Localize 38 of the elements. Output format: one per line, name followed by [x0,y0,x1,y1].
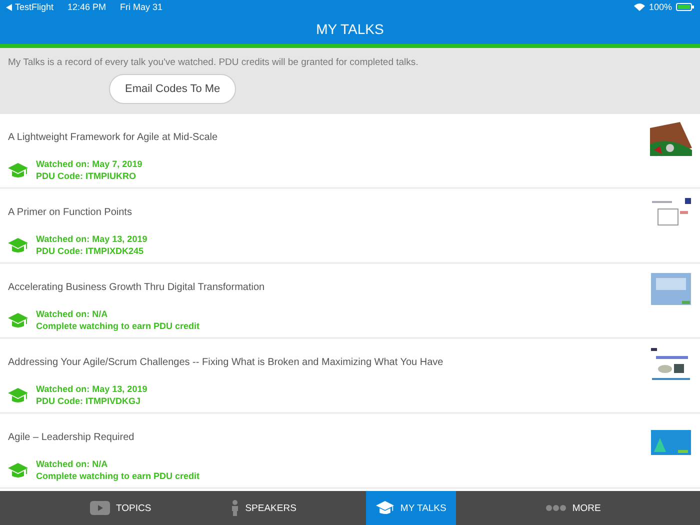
graduation-cap-icon [8,312,28,328]
tab[interactable]: MORE [536,491,611,525]
pdu-info: PDU Code: ITMPIXDK245 [36,246,145,256]
graduation-cap-icon [8,462,28,478]
tab[interactable]: SPEAKERS [221,491,306,525]
status-date: Fri May 31 [120,2,163,12]
pdu-info: Complete watching to earn PDU credit [36,321,200,331]
graduation-cap-icon [8,162,28,178]
watched-date: Watched on: May 13, 2019 [36,234,148,244]
tab[interactable]: MY TALKS [366,491,456,525]
graduation-cap-icon [8,388,28,402]
graduation-cap-icon [376,501,394,515]
talk-title[interactable]: Addressing Your Agile/Scrum Challenges -- Fixing What is Broken and Maximizing What You Have [8,357,650,368]
battery-percent: 100% [648,2,672,12]
back-arrow-icon[interactable] [6,4,12,10]
talk-title[interactable]: A Primer on Function Points [8,207,650,218]
pdu-info: Complete watching to earn PDU credit [36,471,200,481]
talk-title[interactable]: Agile – Leadership Required [8,432,650,443]
tab[interactable]: TOPICS [80,491,162,525]
watched-date: Watched on: May 13, 2019 [36,384,148,394]
status-time: 12:46 PM [68,2,106,12]
more-icon [546,505,566,511]
battery-icon [676,3,694,11]
intro-text: My Talks is a record of every talk you've watched. PDU credits will be granted for completed talks. [8,57,420,68]
watched-date: Watched on: May 7, 2019 [36,159,142,169]
talk-title[interactable]: A Lightweight Framework for Agile at Mid-Scale [8,132,650,143]
graduation-cap-icon [8,238,28,252]
watched-date: Watched on: N/A [36,459,109,469]
person-icon [231,500,240,516]
wifi-icon [634,3,645,11]
play-icon [90,501,110,515]
back-link[interactable]: TestFlight [15,2,54,12]
pdu-info: PDU Code: ITMPIVDKGJ [36,396,142,406]
watched-date: Watched on: N/A [36,309,109,319]
pdu-info: PDU Code: ITMPIUKRO [36,171,137,181]
email-codes-button[interactable]: Email Codes To Me [109,74,236,104]
page-title: MY TALKS [315,20,385,39]
talk-title[interactable]: Accelerating Business Growth Thru Digital Transformation [8,282,650,293]
